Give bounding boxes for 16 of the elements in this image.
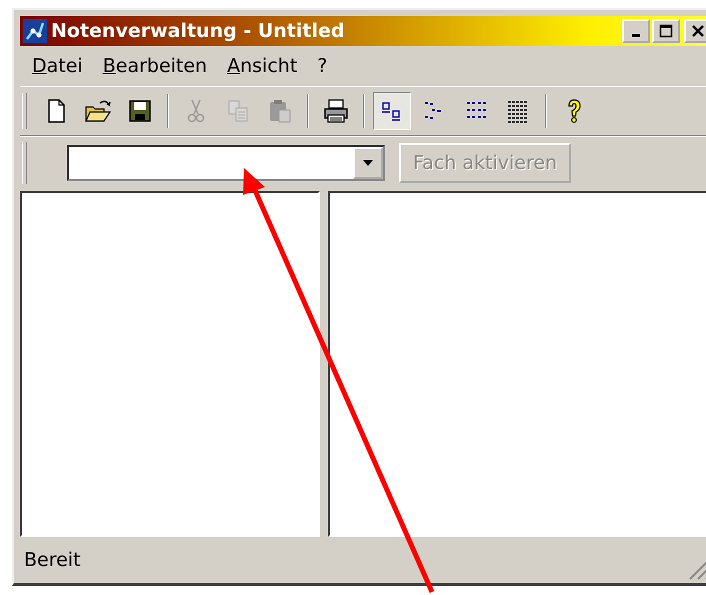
menu-item[interactable]: Bearbeiten — [94, 55, 220, 77]
app-icon — [23, 19, 47, 43]
close-icon — [691, 24, 705, 38]
minimize-icon — [632, 34, 640, 37]
menu-item[interactable]: Ansicht — [219, 55, 310, 77]
maximize-icon — [659, 24, 673, 38]
menu-item[interactable]: ? — [309, 55, 340, 77]
subject-dropdown[interactable] — [67, 145, 385, 181]
status-text: Bereit — [24, 549, 81, 571]
minimize-button[interactable] — [622, 19, 650, 43]
printer-icon — [322, 97, 350, 125]
menu-item[interactable]: Datei — [24, 55, 95, 77]
close-button[interactable] — [684, 19, 706, 43]
maximize-button[interactable] — [652, 19, 680, 43]
dropdown-arrow-icon[interactable] — [362, 159, 374, 167]
window-title: Notenverwaltung - Untitled — [51, 20, 344, 42]
